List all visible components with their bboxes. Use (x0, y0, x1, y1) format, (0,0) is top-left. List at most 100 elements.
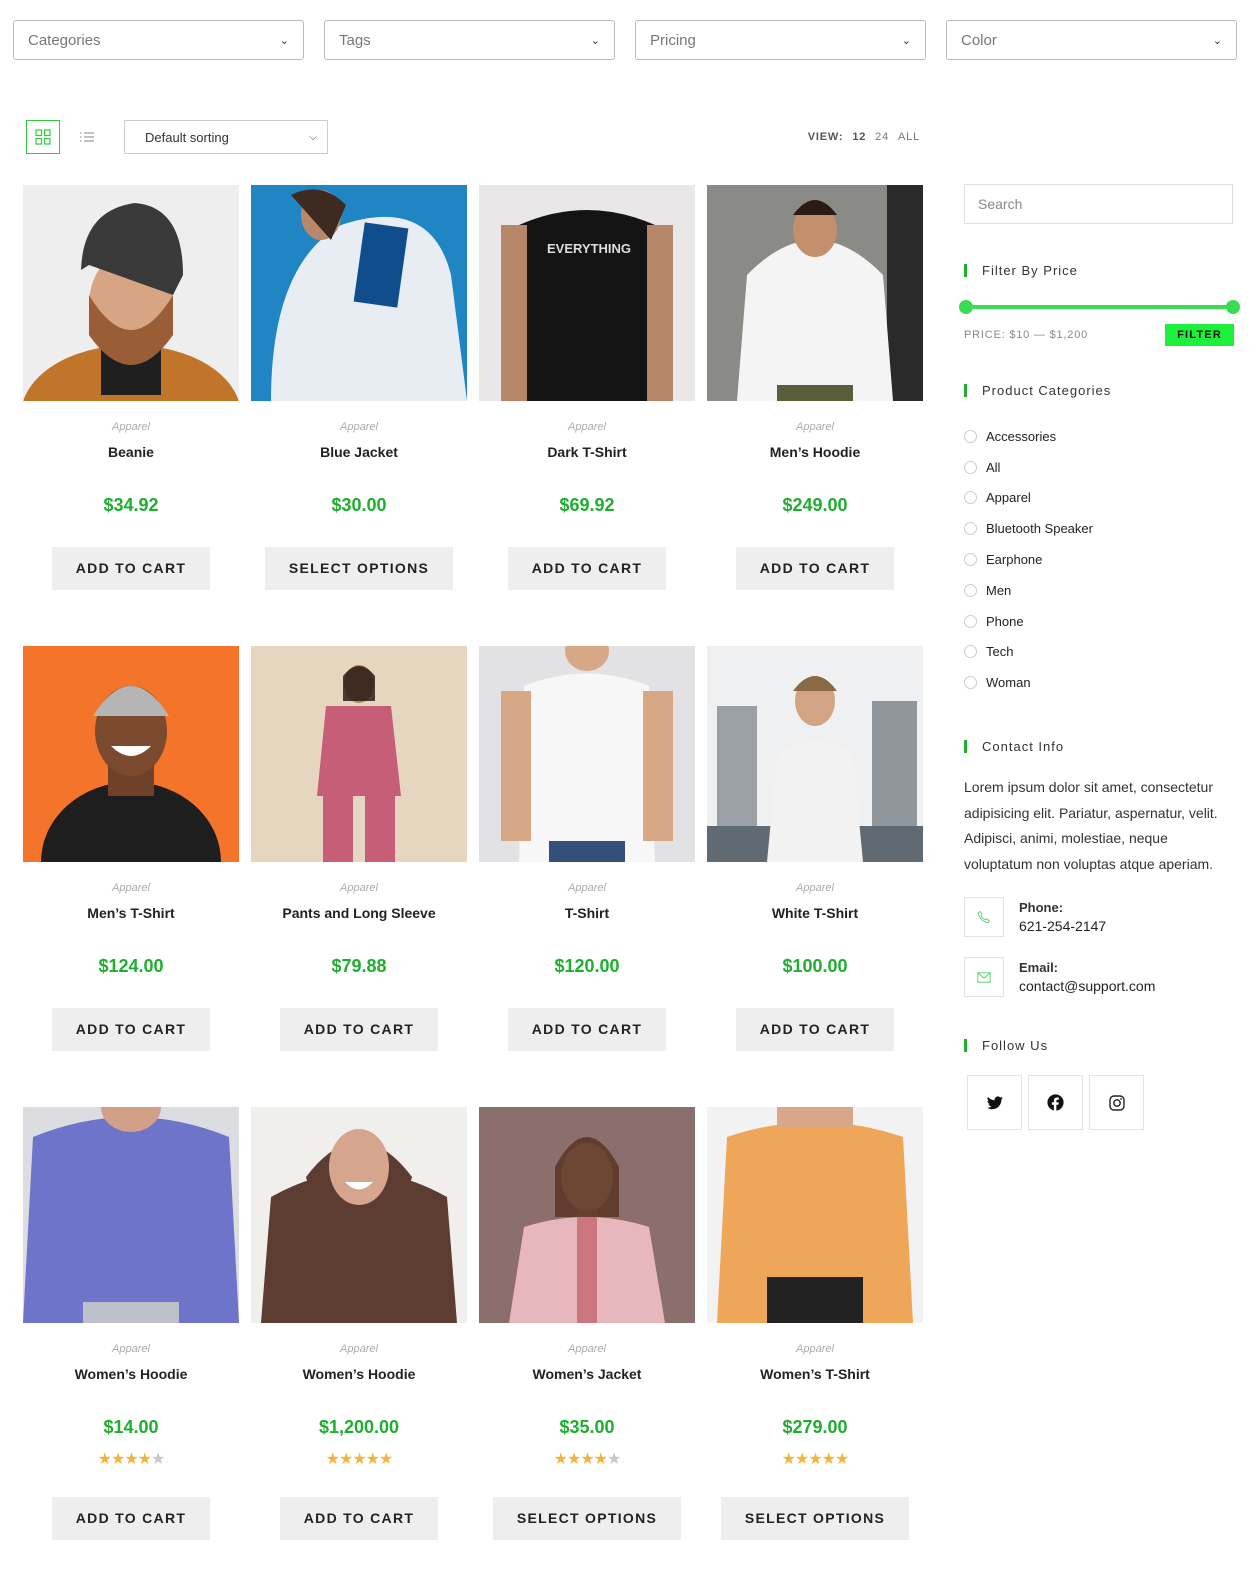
product-name[interactable]: Blue Jacket (251, 444, 467, 462)
category-label: Apparel (986, 490, 1031, 506)
product-name[interactable]: Women’s Hoodie (23, 1366, 239, 1384)
category-item[interactable]: Phone (964, 606, 1234, 637)
add-to-cart-button[interactable]: SELECT OPTIONS (492, 1497, 682, 1540)
product-name[interactable]: White T-Shirt (707, 905, 923, 923)
price-slider-min-handle[interactable] (959, 300, 973, 314)
product-category[interactable]: Apparel (707, 882, 923, 896)
category-item[interactable]: Tech (964, 637, 1234, 668)
product-image[interactable] (251, 646, 467, 862)
product-card[interactable]: Apparel Women’s T-Shirt $279.00 ★★★★★ SELECT… (707, 1107, 923, 1540)
tags-dropdown[interactable]: Tags ⌄ (324, 20, 615, 60)
product-category[interactable]: Apparel (251, 1343, 467, 1357)
add-to-cart-button[interactable]: ADD TO CART (735, 1008, 895, 1051)
product-card[interactable]: Apparel Men’s T-Shirt $124.00 ADD TO CART (23, 646, 239, 1051)
category-item[interactable]: Bluetooth Speaker (964, 513, 1234, 544)
add-to-cart-button[interactable]: ADD TO CART (51, 547, 211, 590)
product-card[interactable]: Apparel Beanie $34.92 ADD TO CART (23, 185, 239, 590)
product-image[interactable] (23, 185, 239, 401)
product-card[interactable]: Apparel White T-Shirt $100.00 ADD TO CART (707, 646, 923, 1051)
sorting-select[interactable]: Default sorting ⌵ (124, 120, 328, 154)
radio-icon[interactable] (964, 614, 977, 628)
price-slider[interactable] (959, 300, 1240, 314)
product-name[interactable]: Dark T-Shirt (479, 444, 695, 462)
radio-icon[interactable] (964, 553, 977, 567)
product-image[interactable] (479, 646, 695, 862)
product-category[interactable]: Apparel (479, 882, 695, 896)
product-category[interactable]: Apparel (23, 1343, 239, 1357)
product-card[interactable]: Apparel Women’s Hoodie $1,200.00 ★★★★★ ADD T… (251, 1107, 467, 1540)
view-count-12[interactable]: 12 (852, 131, 866, 143)
product-name[interactable]: Women’s T-Shirt (707, 1366, 923, 1384)
product-image[interactable] (23, 1107, 239, 1323)
color-dropdown[interactable]: Color ⌄ (946, 20, 1237, 60)
product-name[interactable]: T-Shirt (479, 905, 695, 923)
radio-icon[interactable] (964, 491, 977, 505)
search-input[interactable]: Search (964, 184, 1233, 224)
product-card[interactable]: Apparel Women’s Jacket $35.00 ★★★★★ SELECT O… (479, 1107, 695, 1540)
radio-icon[interactable] (964, 645, 977, 659)
product-image[interactable] (479, 1107, 695, 1323)
product-name[interactable]: Men’s T-Shirt (23, 905, 239, 923)
product-image[interactable] (251, 185, 467, 401)
category-item[interactable]: Woman (964, 667, 1234, 698)
product-card[interactable]: Apparel Blue Jacket $30.00 SELECT OPTIONS (251, 185, 467, 590)
product-category[interactable]: Apparel (23, 882, 239, 896)
add-to-cart-button[interactable]: ADD TO CART (279, 1008, 439, 1051)
category-item[interactable]: Accessories (964, 421, 1234, 452)
product-image[interactable]: EVERYTHING (479, 185, 695, 401)
product-price: $34.92 (103, 495, 159, 515)
product-category[interactable]: Apparel (251, 421, 467, 435)
product-name[interactable]: Women’s Jacket (479, 1366, 695, 1384)
price-slider-track (966, 305, 1234, 309)
filter-button[interactable]: FILTER (1165, 324, 1234, 346)
list-view-button[interactable] (78, 128, 96, 146)
product-card[interactable]: Apparel Women’s Hoodie $14.00 ★★★★★ ADD TO C… (23, 1107, 239, 1540)
product-card[interactable]: Apparel Men’s Hoodie $249.00 ADD TO CART (707, 185, 923, 590)
radio-icon[interactable] (964, 522, 977, 536)
add-to-cart-button[interactable]: SELECT OPTIONS (264, 547, 454, 590)
product-image[interactable] (707, 646, 923, 862)
add-to-cart-button[interactable]: ADD TO CART (51, 1008, 211, 1051)
category-item[interactable]: All (964, 452, 1234, 483)
product-image[interactable] (251, 1107, 467, 1323)
instagram-icon[interactable] (1089, 1075, 1144, 1131)
add-to-cart-button[interactable]: ADD TO CART (507, 1008, 667, 1051)
price-slider-max-handle[interactable] (1226, 300, 1240, 314)
radio-icon[interactable] (964, 676, 977, 690)
product-image[interactable] (707, 185, 923, 401)
radio-icon[interactable] (964, 583, 977, 597)
product-card[interactable]: EVERYTHING Apparel Dark T-Shirt $69.92 ADD T… (479, 185, 695, 590)
product-name[interactable]: Beanie (23, 444, 239, 462)
categories-dropdown[interactable]: Categories ⌄ (13, 20, 304, 60)
product-name[interactable]: Women’s Hoodie (251, 1366, 467, 1384)
add-to-cart-button[interactable]: ADD TO CART (279, 1497, 439, 1540)
product-name[interactable]: Pants and Long Sleeve (251, 905, 467, 923)
product-image[interactable] (23, 646, 239, 862)
product-name[interactable]: Men’s Hoodie (707, 444, 923, 462)
add-to-cart-button[interactable]: ADD TO CART (51, 1497, 211, 1540)
product-category[interactable]: Apparel (479, 1343, 695, 1357)
category-item[interactable]: Men (964, 575, 1234, 606)
product-category[interactable]: Apparel (479, 421, 695, 435)
category-item[interactable]: Earphone (964, 544, 1234, 575)
view-count-24[interactable]: 24 (875, 131, 889, 143)
pricing-dropdown[interactable]: Pricing ⌄ (635, 20, 926, 60)
add-to-cart-button[interactable]: ADD TO CART (507, 547, 667, 590)
product-category[interactable]: Apparel (251, 882, 467, 896)
product-card[interactable]: Apparel Pants and Long Sleeve $79.88 ADD TO… (251, 646, 467, 1051)
product-price: $124.00 (98, 956, 164, 976)
product-category[interactable]: Apparel (707, 421, 923, 435)
category-item[interactable]: Apparel (964, 483, 1234, 514)
radio-icon[interactable] (964, 460, 977, 474)
product-card[interactable]: Apparel T-Shirt $120.00 ADD TO CART (479, 646, 695, 1051)
twitter-icon[interactable] (967, 1075, 1022, 1131)
view-count-all[interactable]: ALL (898, 131, 920, 143)
add-to-cart-button[interactable]: ADD TO CART (735, 547, 895, 590)
product-category[interactable]: Apparel (23, 421, 239, 435)
facebook-icon[interactable] (1028, 1075, 1083, 1131)
radio-icon[interactable] (964, 429, 977, 443)
grid-view-button[interactable] (26, 120, 60, 154)
product-image[interactable] (707, 1107, 923, 1323)
add-to-cart-button[interactable]: SELECT OPTIONS (720, 1497, 910, 1540)
product-category[interactable]: Apparel (707, 1343, 923, 1357)
